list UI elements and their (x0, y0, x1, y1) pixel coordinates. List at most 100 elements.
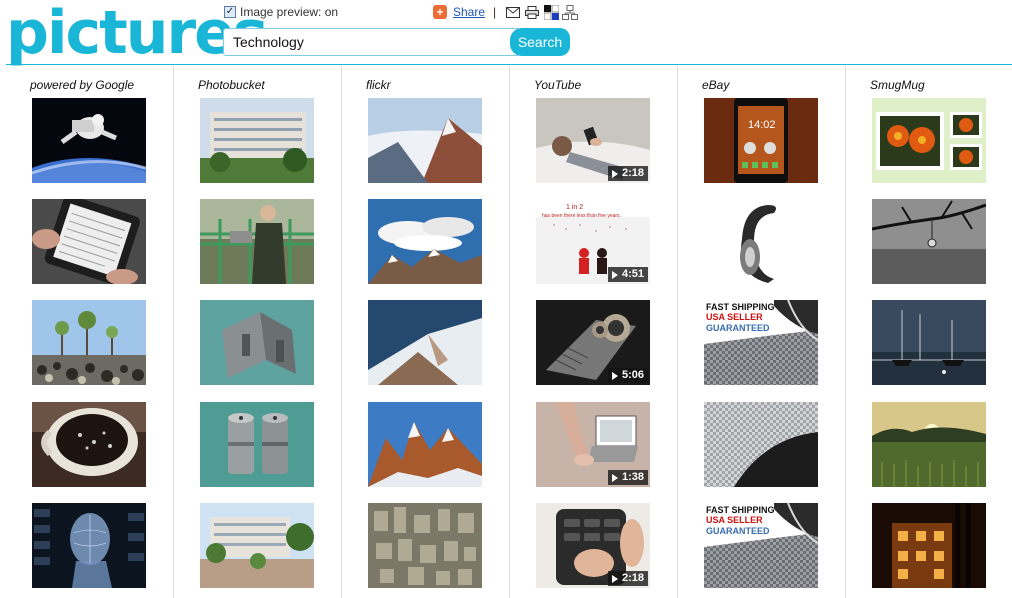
mail-icon[interactable] (505, 5, 521, 19)
image-preview-checkbox[interactable]: ✓ (224, 6, 236, 18)
pebbles-trees-image (32, 300, 146, 385)
flowers-image (872, 98, 986, 183)
column-title: SmugMug (870, 78, 925, 92)
result-thumbnail[interactable]: 1 in 2 has been there less than five year… (536, 199, 650, 284)
svg-text:14:02: 14:02 (748, 119, 776, 131)
result-thumbnail[interactable] (368, 503, 482, 588)
ad-banner-text: FAST SHIPPING USA SELLER GUARANTEED (704, 300, 818, 385)
digital-face-image (32, 503, 146, 588)
branch-drop-image (872, 199, 986, 284)
result-thumbnail[interactable] (704, 402, 818, 487)
result-thumbnail[interactable] (368, 199, 482, 284)
result-thumbnail[interactable] (32, 98, 146, 183)
column-title: powered by Google (30, 78, 135, 92)
astronaut-image (32, 98, 146, 183)
harbor-image (872, 300, 986, 385)
ad-line: USA SELLER (706, 312, 763, 322)
man-machine-image (200, 199, 314, 284)
result-thumbnail[interactable]: 1:38 (536, 402, 650, 487)
results-column: powered by Google (6, 66, 174, 598)
share-toolbar: + Share | (433, 4, 581, 20)
print-icon[interactable] (524, 5, 540, 19)
result-thumbnail[interactable] (32, 300, 146, 385)
result-thumbnail[interactable] (32, 503, 146, 588)
result-thumbnail[interactable] (200, 503, 314, 588)
results-column: SmugMug (846, 66, 1012, 598)
colors-icon[interactable] (543, 4, 559, 20)
tablet-image (32, 199, 146, 284)
search-input[interactable] (223, 28, 518, 56)
video-duration-badge: 2:18 (607, 571, 648, 586)
metal-part-image (200, 300, 314, 385)
building-image (200, 98, 314, 183)
result-thumbnail[interactable] (32, 199, 146, 284)
coffee-cup-image (32, 402, 146, 487)
carbon-fiber-image (704, 402, 818, 487)
video-duration: 2:18 (621, 167, 644, 179)
svg-text:1 in 2: 1 in 2 (566, 204, 583, 211)
share-plus-icon[interactable]: + (433, 5, 447, 19)
ad-line: GUARANTEED (706, 323, 770, 333)
result-thumbnail[interactable] (872, 98, 986, 183)
result-thumbnail[interactable]: 2:18 (536, 503, 650, 588)
campus-image (200, 503, 314, 588)
video-duration: 4:51 (621, 268, 644, 280)
result-thumbnail[interactable] (872, 199, 986, 284)
toolbar-separator: | (493, 5, 497, 19)
ad-line: FAST SHIPPING (706, 302, 775, 312)
clouds-peaks-image (368, 199, 482, 284)
result-thumbnail[interactable] (368, 98, 482, 183)
column-title: flickr (366, 78, 391, 92)
ad-line: USA SELLER (706, 515, 763, 525)
search-button[interactable]: Search (510, 28, 570, 56)
video-duration-badge: 2:18 (607, 166, 648, 181)
result-thumbnail[interactable]: FAST SHIPPING USA SELLER GUARANTEED (704, 300, 818, 385)
result-thumbnail[interactable] (872, 402, 986, 487)
results-column: flickr (342, 66, 510, 598)
result-thumbnail[interactable] (368, 402, 482, 487)
column-title: Photobucket (198, 78, 265, 92)
result-thumbnail[interactable] (200, 199, 314, 284)
column-title: eBay (702, 78, 730, 92)
play-icon (611, 574, 618, 583)
image-preview-label: Image preview: on (240, 5, 339, 19)
image-preview-toggle[interactable]: ✓ Image preview: on (224, 5, 338, 19)
play-icon (611, 371, 618, 380)
result-thumbnail[interactable] (872, 503, 986, 588)
result-thumbnail[interactable] (368, 300, 482, 385)
video-duration: 5:06 (621, 369, 644, 381)
video-duration: 2:18 (621, 572, 644, 584)
result-thumbnail[interactable] (200, 402, 314, 487)
result-thumbnail[interactable] (872, 300, 986, 385)
search-bar: Search (223, 28, 570, 56)
alpine-peaks-image (368, 402, 482, 487)
result-thumbnail[interactable]: 14:02 (704, 98, 818, 183)
metal-cylinders-image (200, 402, 314, 487)
result-thumbnail[interactable] (200, 300, 314, 385)
headset-image (704, 199, 818, 284)
results-column: Photobucket (174, 66, 342, 598)
play-icon (611, 169, 618, 178)
results-column: YouTube 2:18 1 in 2 has been there less tha… (510, 66, 678, 598)
result-thumbnail[interactable]: FAST SHIPPING USA SELLER GUARANTEED (704, 503, 818, 588)
video-duration-badge: 1:38 (607, 470, 648, 485)
video-duration: 1:38 (621, 471, 644, 483)
smartphone-image: 14:02 (704, 98, 818, 183)
share-link[interactable]: Share (453, 5, 485, 19)
sitemap-icon[interactable] (562, 4, 579, 20)
snowy-ridge-image (368, 300, 482, 385)
play-icon (611, 473, 618, 482)
result-thumbnail[interactable] (200, 98, 314, 183)
city-aerial-image (368, 503, 482, 588)
ad-banner-text: FAST SHIPPING USA SELLER GUARANTEED (704, 503, 818, 588)
header-divider (6, 64, 1012, 65)
result-thumbnail[interactable]: 2:18 (536, 98, 650, 183)
ad-line: FAST SHIPPING (706, 505, 775, 515)
column-title: YouTube (534, 78, 582, 92)
result-thumbnail[interactable] (32, 402, 146, 487)
video-duration-badge: 4:51 (607, 267, 648, 282)
result-thumbnail[interactable]: 5:06 (536, 300, 650, 385)
result-thumbnail[interactable] (704, 199, 818, 284)
video-duration-badge: 5:06 (607, 368, 648, 383)
ad-line: GUARANTEED (706, 526, 770, 536)
